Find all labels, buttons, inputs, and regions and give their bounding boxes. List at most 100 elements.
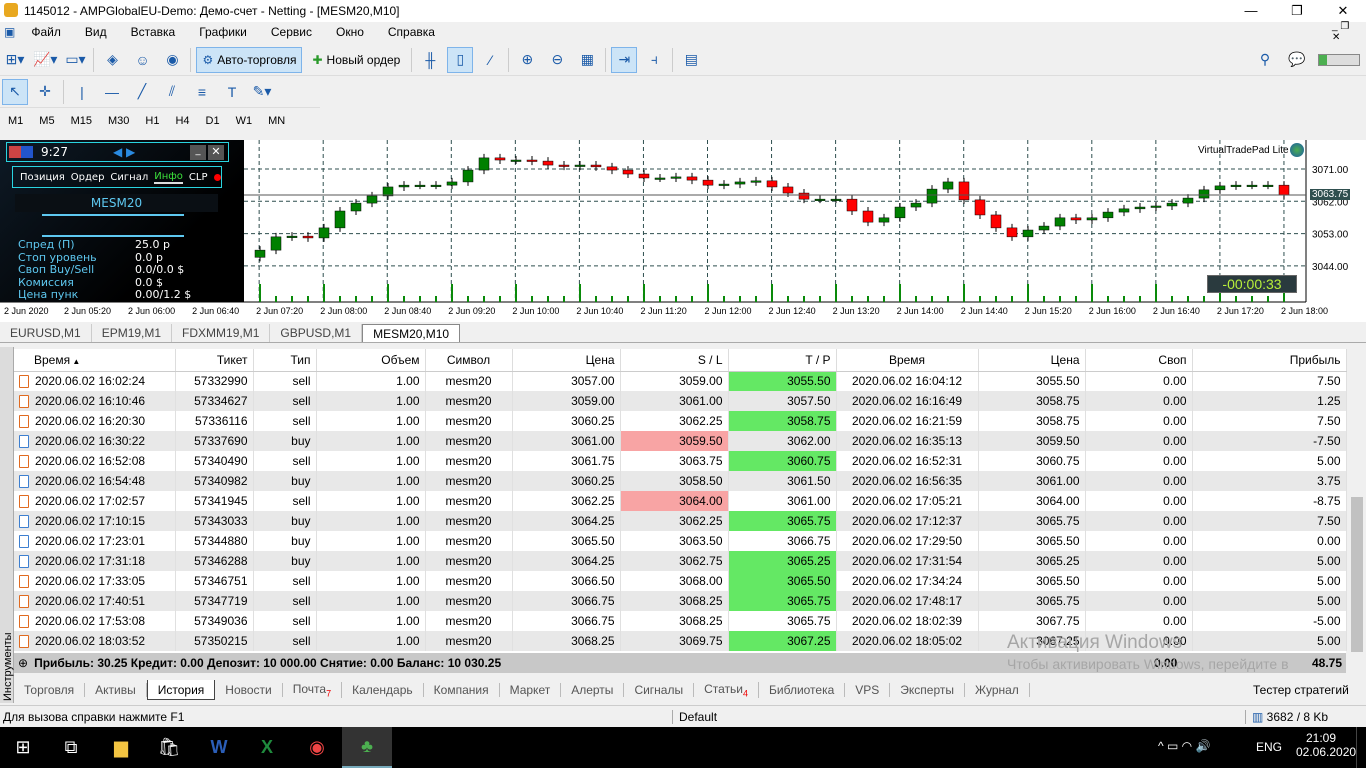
market-watch-icon[interactable]: ◈ xyxy=(99,47,125,73)
chrome-icon[interactable]: ◉ xyxy=(294,727,340,768)
metatrader-icon[interactable]: ♣ xyxy=(342,727,392,768)
column-header[interactable]: Время ▲ xyxy=(14,349,176,372)
timeframe-m30[interactable]: M30 xyxy=(100,115,137,127)
excel-icon[interactable]: X xyxy=(244,727,290,768)
toolbox-tab[interactable]: Календарь xyxy=(342,683,424,697)
zoom-out-icon[interactable]: ⊖ xyxy=(544,47,570,73)
zoom-in-icon[interactable]: ⊕ xyxy=(514,47,540,73)
menu-tools[interactable]: Сервис xyxy=(259,25,324,39)
toolbox-tab[interactable]: История xyxy=(146,680,216,700)
table-row[interactable]: 2020.06.02 16:20:30 57336116 sell 1.00 mesm2… xyxy=(14,411,1347,431)
table-row[interactable]: 2020.06.02 17:23:01 57344880 buy 1.00 mesm20… xyxy=(14,531,1347,551)
timeframe-h4[interactable]: H4 xyxy=(167,115,197,127)
table-row[interactable]: 2020.06.02 17:33:05 57346751 sell 1.00 mesm2… xyxy=(14,571,1347,591)
crosshair-icon[interactable]: ✛ xyxy=(32,79,58,105)
search-icon[interactable]: ⚲ xyxy=(1252,47,1278,73)
fibonacci-icon[interactable]: ≡ xyxy=(189,79,215,105)
channel-icon[interactable]: ⫽ xyxy=(159,79,185,105)
column-header[interactable]: Тикет xyxy=(175,349,254,372)
timeframe-m15[interactable]: M15 xyxy=(63,115,100,127)
timeframe-d1[interactable]: D1 xyxy=(198,115,228,127)
bar-chart-icon[interactable]: ╫ xyxy=(417,47,443,73)
candlestick-icon[interactable]: ▯ xyxy=(447,46,474,73)
minimize-button[interactable]: — xyxy=(1228,0,1274,22)
column-header[interactable]: Тип xyxy=(253,349,317,372)
column-header[interactable]: S / L xyxy=(620,349,729,372)
table-row[interactable]: 2020.06.02 17:53:08 57349036 sell 1.00 mesm2… xyxy=(14,611,1347,631)
new-order-button[interactable]: ✚ Новый ордер xyxy=(306,47,406,73)
trend-line-icon[interactable]: ╱ xyxy=(129,79,155,105)
store-icon[interactable]: 🛍 xyxy=(146,727,192,768)
chart-menu-icon[interactable]: ▣ xyxy=(0,25,19,39)
table-row[interactable]: 2020.06.02 17:40:51 57347719 sell 1.00 mesm2… xyxy=(14,591,1347,611)
scrollbar-thumb[interactable] xyxy=(1351,497,1363,652)
chat-icon[interactable]: 💬 xyxy=(1284,47,1310,73)
cursor-icon[interactable]: ↖ xyxy=(2,78,28,105)
table-row[interactable]: 2020.06.02 17:31:18 57346288 buy 1.00 mesm20… xyxy=(14,551,1347,571)
vertical-line-icon[interactable]: | xyxy=(69,79,95,105)
line-chart-icon[interactable]: ⁄ xyxy=(477,47,503,73)
timeframe-mn[interactable]: MN xyxy=(260,115,293,127)
navigator-icon[interactable]: ☺ xyxy=(129,47,155,73)
menu-view[interactable]: Вид xyxy=(73,25,119,39)
file-explorer-icon[interactable]: ▆ xyxy=(98,727,144,768)
toolbox-tab[interactable]: Библиотека xyxy=(759,683,846,697)
strategy-tester-tab[interactable]: Тестер стратегий xyxy=(1253,683,1349,697)
timeframe-m5[interactable]: M5 xyxy=(31,115,62,127)
close-button[interactable]: ✕ xyxy=(1320,0,1366,22)
pad-tab-order[interactable]: Ордер xyxy=(71,172,105,183)
horizontal-line-icon[interactable]: — xyxy=(99,79,125,105)
clock[interactable]: 21:09 02.06.2020 xyxy=(1296,731,1356,759)
profiles-icon[interactable]: 📈▾ xyxy=(32,47,58,73)
word-icon[interactable]: W xyxy=(196,727,242,768)
auto-trading-button[interactable]: ⚙ Авто-торговля xyxy=(196,46,303,73)
chart-tab[interactable]: EPM19,M1 xyxy=(92,324,173,342)
chart-tab[interactable]: FDXMM19,M1 xyxy=(172,324,271,342)
start-icon[interactable]: ⊞ xyxy=(0,727,46,768)
expand-icon[interactable]: ⊕ xyxy=(18,656,28,670)
menu-charts[interactable]: Графики xyxy=(187,25,259,39)
toolbox-tab[interactable]: VPS xyxy=(845,683,891,697)
toolbox-tab[interactable]: Компания xyxy=(424,683,500,697)
column-header[interactable]: Цена xyxy=(978,349,1086,372)
chart-tab[interactable]: MESM20,M10 xyxy=(362,324,461,342)
column-header[interactable]: Объем xyxy=(316,349,426,372)
toolbox-tab[interactable]: Эксперты xyxy=(890,683,966,697)
timeframe-m1[interactable]: M1 xyxy=(0,115,31,127)
templates-icon[interactable]: ▤ xyxy=(678,47,704,73)
table-row[interactable]: 2020.06.02 17:10:15 57343033 buy 1.00 mesm20… xyxy=(14,511,1347,531)
toolbox-tab[interactable]: Статьи4 xyxy=(694,681,760,699)
column-header[interactable]: Прибыль xyxy=(1192,349,1347,372)
pad-tab-info[interactable]: Инфо xyxy=(154,171,183,184)
task-view-icon[interactable]: ⧉ xyxy=(48,727,94,768)
timeframe-w1[interactable]: W1 xyxy=(228,115,261,127)
menu-help[interactable]: Справка xyxy=(376,25,447,39)
toolbox-tab[interactable]: Маркет xyxy=(500,683,562,697)
toolbox-tab[interactable]: Журнал xyxy=(965,683,1030,697)
tile-windows-icon[interactable]: ▦ xyxy=(574,47,600,73)
pad-minimize-button[interactable]: _ xyxy=(190,145,206,160)
pad-tab-clp[interactable]: CLP xyxy=(189,172,208,183)
column-header[interactable]: T / P xyxy=(728,349,837,372)
shapes-icon[interactable]: ✎▾ xyxy=(249,79,275,105)
pad-nav-arrows[interactable]: ◀ ▶ xyxy=(113,145,135,159)
toolbox-tab[interactable]: Алерты xyxy=(561,683,625,697)
maximize-button[interactable]: ❐ xyxy=(1274,0,1320,22)
menu-insert[interactable]: Вставка xyxy=(119,25,188,39)
column-header[interactable]: Своп xyxy=(1085,349,1193,372)
signals-icon[interactable]: ◉ xyxy=(159,47,185,73)
table-scrollbar[interactable] xyxy=(1348,347,1366,677)
column-header[interactable]: Символ xyxy=(425,349,513,372)
pad-close-button[interactable]: ✕ xyxy=(208,145,224,160)
menu-window[interactable]: Окно xyxy=(324,25,376,39)
pad-tab-position[interactable]: Позиция xyxy=(20,172,65,183)
toolbox-tab[interactable]: Сигналы xyxy=(624,683,695,697)
new-chart-icon[interactable]: ⊞▾ xyxy=(2,47,28,73)
table-row[interactable]: 2020.06.02 16:02:24 57332990 sell 1.00 mesm2… xyxy=(14,371,1347,391)
toolbox-tab[interactable]: Торговля xyxy=(14,683,86,697)
timeframe-h1[interactable]: H1 xyxy=(137,115,167,127)
language-indicator[interactable]: ENG xyxy=(1256,740,1282,754)
autoscroll-icon[interactable]: ⇥ xyxy=(611,46,638,73)
toolbox-tab[interactable]: Почта7 xyxy=(283,681,343,699)
tray-icons[interactable]: ^ ▭ ◠ 🔊 xyxy=(1158,739,1210,753)
